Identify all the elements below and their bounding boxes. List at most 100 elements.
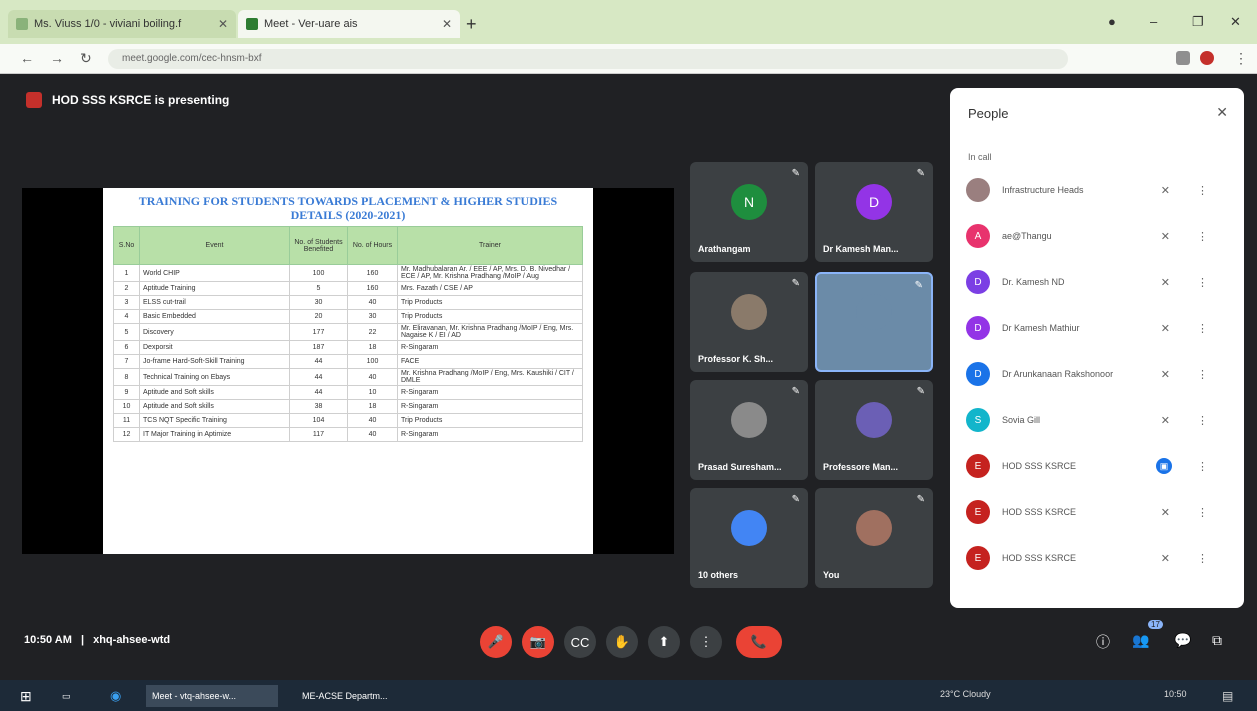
avatar: E xyxy=(966,500,990,524)
more-options-icon[interactable]: ⋮ xyxy=(1197,184,1208,197)
table-cell: R-Singaram xyxy=(397,399,583,414)
chat-button[interactable]: 💬 xyxy=(1174,632,1191,649)
extension-icon[interactable] xyxy=(1176,51,1190,65)
table-cell: 44 xyxy=(289,385,348,400)
participant-avatar xyxy=(731,294,767,330)
mic-muted-icon: ✕ xyxy=(1160,414,1170,427)
participant-tile[interactable]: ✎ N Arathangam xyxy=(690,162,808,262)
back-icon[interactable]: ← xyxy=(20,50,34,66)
presenting-icon: ▣ xyxy=(1156,458,1172,474)
participant-tile[interactable]: ✎ Professore Man... xyxy=(815,380,933,480)
table-cell: 187 xyxy=(289,340,348,355)
people-list-item[interactable]: D Dr. Kamesh ND ✕ ⋮ xyxy=(950,262,1244,302)
table-cell: 2 xyxy=(113,281,140,296)
more-options-icon[interactable]: ⋮ xyxy=(1197,552,1208,565)
notification-icon[interactable]: ▤ xyxy=(1222,689,1233,703)
participant-name: Dr Kamesh Man... xyxy=(823,244,899,254)
people-list-item[interactable]: Infrastructure Heads ✕ ⋮ xyxy=(950,170,1244,210)
avatar: D xyxy=(966,362,990,386)
presenting-banner: HOD SSS KSRCE is presenting xyxy=(26,92,229,108)
more-options-icon[interactable]: ⋮ xyxy=(1197,322,1208,335)
person-name: Infrastructure Heads xyxy=(1002,185,1084,195)
more-options-button[interactable]: ⋮ xyxy=(690,626,722,658)
participant-tile[interactable]: ✎ Prasad Suresham... xyxy=(690,380,808,480)
end-call-button[interactable]: 📞 xyxy=(736,626,782,658)
taskbar-app-meet[interactable]: Meet - vtq-ahsee-w... xyxy=(146,685,278,707)
maximize-button[interactable]: ❐ xyxy=(1192,14,1204,30)
tab-close-icon[interactable]: ✕ xyxy=(218,17,228,31)
avatar-icon[interactable] xyxy=(1200,51,1214,65)
task-view-icon[interactable]: ▭ xyxy=(56,685,77,707)
participant-tile[interactable]: ✎ xyxy=(815,272,933,372)
people-list-item[interactable]: D Dr Kamesh Mathiur ✕ ⋮ xyxy=(950,308,1244,348)
address-bar-row: ← → ↻ meet.google.com/cec-hnsm-bxf ⋮ xyxy=(0,44,1257,74)
minimize-button[interactable]: – xyxy=(1150,14,1157,29)
table-row: 3 ELSS cut-trail 30 40 Trip Products xyxy=(113,295,583,310)
tab-favicon-icon xyxy=(16,18,28,30)
people-panel: People ✕ In call Infrastructure Heads ✕ ⋮ A… xyxy=(950,88,1244,608)
browser-tab[interactable]: Ms. Viuss 1/0 - viviani boiling.f ✕ xyxy=(8,10,236,38)
browser-menu-icon[interactable]: ⋮ xyxy=(1234,50,1248,67)
captions-button[interactable]: CC xyxy=(564,626,596,658)
participant-tile[interactable]: ✎ You xyxy=(815,488,933,588)
activities-button[interactable]: ⧉ xyxy=(1212,632,1222,649)
avatar: D xyxy=(966,270,990,294)
camera-toggle-button[interactable]: 📷 xyxy=(522,626,554,658)
participant-tile[interactable]: ✎ Professor K. Sh... xyxy=(690,272,808,372)
mic-muted-icon: ✕ xyxy=(1160,276,1170,289)
new-tab-button[interactable]: + xyxy=(466,14,477,35)
table-cell: 40 xyxy=(347,427,398,442)
table-cell: 100 xyxy=(289,264,348,282)
table-cell: 40 xyxy=(347,413,398,428)
table-cell: Jo-frame Hard-Soft-Skill Training xyxy=(139,354,290,369)
system-clock: 10:50 xyxy=(1164,689,1187,699)
more-options-icon[interactable]: ⋮ xyxy=(1197,368,1208,381)
participant-avatar xyxy=(731,510,767,546)
participant-avatar: D xyxy=(856,184,892,220)
separator: | xyxy=(80,634,85,646)
edge-icon[interactable]: ◉ xyxy=(104,685,127,707)
url-field[interactable]: meet.google.com/cec-hnsm-bxf xyxy=(108,49,1068,69)
meeting-details-button[interactable]: ⓘ xyxy=(1096,632,1110,652)
table-cell: Discovery xyxy=(139,323,290,341)
table-cell: Mr. Krishna Pradhang /MoIP / Eng, Mrs. K… xyxy=(397,368,583,386)
browser-tab-active[interactable]: Meet - Ver-uare ais ✕ xyxy=(238,10,460,38)
table-cell: 7 xyxy=(113,354,140,369)
meeting-time: 10:50 AM xyxy=(24,634,72,646)
mic-muted-icon: ✎ xyxy=(916,168,925,179)
people-list-item[interactable]: Aae@Thangu ✕ ⋮ xyxy=(950,216,1244,256)
more-options-icon[interactable]: ⋮ xyxy=(1197,506,1208,519)
tab-close-icon[interactable]: ✕ xyxy=(442,17,452,31)
people-list-item[interactable]: E HOD SSS KSRCE ▣ ⋮ xyxy=(950,446,1244,486)
start-icon[interactable]: ⊞ xyxy=(14,685,38,707)
table-cell: 30 xyxy=(347,309,398,324)
reload-icon[interactable]: ↻ xyxy=(80,50,92,67)
taskbar-app-document[interactable]: ME-ACSE Departm... xyxy=(296,685,428,707)
more-options-icon[interactable]: ⋮ xyxy=(1197,460,1208,473)
close-panel-button[interactable]: ✕ xyxy=(1216,104,1228,121)
participant-tile[interactable]: ✎ 10 others xyxy=(690,488,808,588)
participant-tile[interactable]: ✎ D Dr Kamesh Man... xyxy=(815,162,933,262)
forward-icon[interactable]: → xyxy=(50,50,64,66)
more-options-icon[interactable]: ⋮ xyxy=(1197,414,1208,427)
table-row: 5 Discovery 177 22 Mr. Eliravanan, Mr. Krish… xyxy=(113,323,583,341)
people-button[interactable]: 👥 xyxy=(1132,632,1149,649)
people-list-item[interactable]: D Dr Arunkanaan Rakshonoor ✕ ⋮ xyxy=(950,354,1244,394)
people-list-item[interactable]: E HOD SSS KSRCE ✕ ⋮ xyxy=(950,492,1244,532)
people-list-item[interactable]: E HOD SSS KSRCE ✕ ⋮ xyxy=(950,538,1244,578)
table-cell: 4 xyxy=(113,309,140,324)
present-button[interactable]: ⬆ xyxy=(648,626,680,658)
people-list-item[interactable]: S Sovia Gill ✕ ⋮ xyxy=(950,400,1244,440)
close-window-button[interactable]: ✕ xyxy=(1230,14,1241,30)
participant-avatar xyxy=(731,402,767,438)
person-name: ae@Thangu xyxy=(1002,231,1052,241)
presented-slide: TRAINING FOR STUDENTS TOWARDS PLACEMENT … xyxy=(103,188,593,554)
more-options-icon[interactable]: ⋮ xyxy=(1197,276,1208,289)
profile-icon[interactable]: ● xyxy=(1108,14,1116,29)
raise-hand-button[interactable]: ✋ xyxy=(606,626,638,658)
more-options-icon[interactable]: ⋮ xyxy=(1197,230,1208,243)
table-cell: 38 xyxy=(289,399,348,414)
table-cell: 44 xyxy=(289,368,348,386)
column-header: S.No xyxy=(113,226,140,265)
mic-toggle-button[interactable]: 🎤 xyxy=(480,626,512,658)
